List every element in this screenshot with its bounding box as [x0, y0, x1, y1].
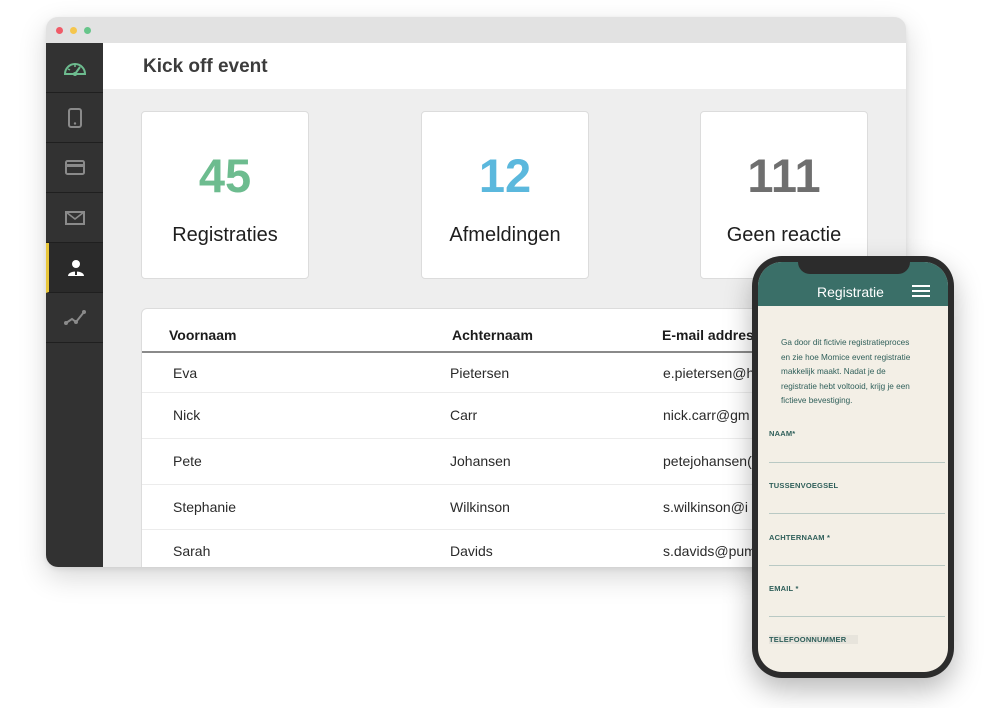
- maximize-window-button[interactable]: [84, 27, 91, 34]
- phone-mockup: Registratie Ga door dit fictivie registr…: [752, 256, 954, 678]
- phone-number-field-label: TELEFOONNUMMER: [769, 635, 859, 644]
- name-field-label: NAAM*: [769, 429, 796, 438]
- sidebar-item-analytics[interactable]: [46, 293, 103, 343]
- cell-last-name: Carr: [450, 407, 478, 423]
- stat-value: 45: [198, 149, 252, 202]
- column-header-last-name[interactable]: Achternaam: [452, 327, 533, 343]
- tablet-icon: [67, 107, 82, 128]
- envelope-icon: [64, 210, 85, 225]
- stat-value: 12: [478, 149, 532, 202]
- user-icon: [68, 259, 84, 276]
- sidebar-item-guests[interactable]: [46, 243, 103, 293]
- stat-card-cancellations: 12 Afmeldingen: [421, 111, 589, 279]
- last-name-field[interactable]: [769, 550, 945, 566]
- cell-last-name: Pietersen: [450, 365, 510, 381]
- cell-email: petejohansen(: [663, 453, 752, 469]
- intro-line: Ga door dit fictivie registratieproces: [781, 338, 910, 347]
- intro-line: fictieve bevestiging.: [781, 396, 853, 405]
- cell-email: s.wilkinson@i: [663, 499, 749, 515]
- phone-screen: Registratie Ga door dit fictivie registr…: [758, 262, 948, 672]
- sidebar-item-dashboard[interactable]: [46, 43, 103, 93]
- sidebar-item-payments[interactable]: [46, 143, 103, 193]
- intro-line: registratie hebt voltooid, krijg je een: [781, 381, 910, 391]
- hamburger-menu-icon[interactable]: [912, 285, 930, 297]
- infix-field[interactable]: [769, 498, 945, 514]
- intro-line: en zie hoe Momice event registratie: [781, 352, 911, 362]
- cell-email: nick.carr@gm: [663, 407, 750, 423]
- registration-intro-text: Ga door dit fictivie registratieproces e…: [781, 336, 933, 409]
- close-window-button[interactable]: [56, 27, 63, 34]
- cell-email: e.pietersen@h: [663, 365, 755, 381]
- stat-card-registrations: 45 Registraties: [141, 111, 309, 279]
- last-name-field-label: ACHTERNAAM *: [769, 533, 831, 542]
- sidebar-item-mail[interactable]: [46, 193, 103, 243]
- phone-title: Registratie: [817, 284, 884, 300]
- page-header: Kick off event: [103, 43, 906, 89]
- phone-notch: [798, 262, 910, 274]
- cell-last-name: Davids: [450, 543, 493, 559]
- dashboard-gauge-icon: [63, 62, 86, 76]
- credit-card-icon: [64, 160, 85, 175]
- window-titlebar: [46, 17, 906, 43]
- phone-header: Registratie: [758, 262, 948, 306]
- cell-email: s.davids@pum: [663, 543, 756, 559]
- stat-label: Geen reactie: [726, 224, 842, 246]
- infix-field-label: TUSSENVOEGSEL: [769, 481, 839, 490]
- column-header-first-name[interactable]: Voornaam: [169, 327, 236, 343]
- page-title: Kick off event: [143, 56, 268, 77]
- stat-value: 111: [747, 149, 821, 202]
- sidebar: [46, 43, 103, 567]
- analytics-chart-icon: [63, 309, 86, 325]
- sidebar-item-mobile[interactable]: [46, 93, 103, 143]
- stat-label: Registraties: [172, 224, 278, 246]
- cell-first-name: Eva: [173, 365, 198, 381]
- cell-first-name: Sarah: [173, 543, 211, 559]
- email-field[interactable]: [769, 601, 945, 617]
- cell-first-name: Pete: [173, 453, 202, 469]
- stat-card-no-response: 111 Geen reactie: [700, 111, 868, 279]
- cell-last-name: Wilkinson: [450, 499, 510, 515]
- cell-first-name: Stephanie: [173, 499, 237, 515]
- name-field[interactable]: [769, 447, 945, 463]
- cell-last-name: Johansen: [450, 453, 511, 469]
- stat-label: Afmeldingen: [449, 224, 561, 246]
- intro-line: makkelijk maakt. Nadat je de: [781, 367, 886, 376]
- column-header-email[interactable]: E-mail address: [662, 327, 762, 343]
- minimize-window-button[interactable]: [70, 27, 77, 34]
- email-field-label: EMAIL *: [769, 584, 799, 593]
- cell-first-name: Nick: [173, 407, 201, 423]
